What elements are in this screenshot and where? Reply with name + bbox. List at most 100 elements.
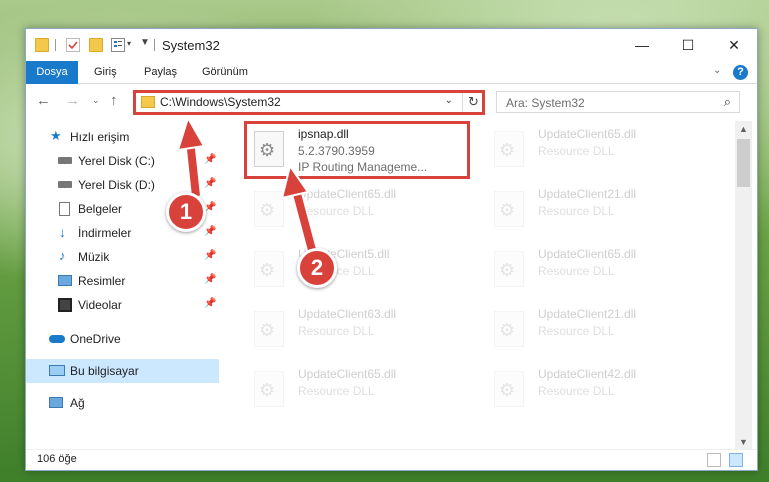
callout-badge-1: 1	[166, 192, 206, 232]
file-name: UpdateClient65.dll	[298, 367, 397, 381]
file-tile[interactable]: ⚙ UpdateClient63.dll Resource DLL	[246, 303, 466, 357]
file-name: UpdateClient42.dll	[538, 367, 637, 381]
vertical-scrollbar[interactable]: ▲ ▼	[735, 121, 752, 451]
new-folder-icon[interactable]	[89, 38, 103, 52]
sidebar-item-label: Bu bilgisayar	[70, 364, 139, 378]
sidebar-item-local-disk-c[interactable]: Yerel Disk (C:) 📌	[26, 149, 219, 173]
close-button[interactable]: ✕	[711, 29, 757, 61]
documents-icon	[59, 202, 70, 216]
network-icon	[49, 397, 63, 408]
computer-icon	[49, 365, 65, 376]
search-input[interactable]: Ara: System32 ⌕	[496, 91, 740, 113]
file-tile[interactable]: ⚙ UpdateClient21.dll Resource DLL	[486, 303, 706, 357]
sidebar-item-label: Müzik	[78, 250, 110, 264]
dll-file-icon: ⚙	[494, 371, 524, 407]
search-icon[interactable]: ⌕	[724, 94, 731, 110]
sidebar-item-label: Belgeler	[78, 202, 123, 216]
file-tile[interactable]: ⚙ UpdateClient65.dll Resource DLL	[246, 363, 466, 417]
file-type: Resource DLL	[298, 204, 375, 218]
sidebar-item-onedrive[interactable]: OneDrive	[26, 327, 219, 351]
file-type: Resource DLL	[538, 384, 615, 398]
customize-toolbar-icon[interactable]: ▼	[140, 37, 150, 48]
download-icon: ↓	[59, 224, 66, 240]
maximize-button[interactable]: ☐	[665, 29, 711, 61]
tab-file[interactable]: Dosya	[26, 61, 78, 84]
large-icons-view-icon[interactable]	[729, 453, 743, 467]
minimize-button[interactable]: —	[619, 29, 665, 61]
recent-locations-icon[interactable]: ⌄	[92, 95, 100, 106]
sidebar-item-label: OneDrive	[70, 332, 121, 346]
pin-icon: 📌	[204, 274, 217, 285]
sidebar-item-pictures[interactable]: Resimler 📌	[26, 269, 219, 293]
divider	[55, 39, 56, 51]
sidebar-item-label: İndirmeler	[78, 226, 132, 240]
dll-file-icon: ⚙	[254, 251, 284, 287]
tab-share[interactable]: Paylaş	[134, 61, 187, 84]
address-highlight	[133, 90, 485, 115]
file-type: Resource DLL	[538, 144, 615, 158]
sidebar-item-label: Yerel Disk (D:)	[78, 178, 155, 192]
file-type: Resource DLL	[538, 204, 615, 218]
file-tile[interactable]: ⚙ UpdateClient21.dll Resource DLL	[486, 183, 706, 237]
video-icon	[58, 298, 72, 312]
file-type: Resource DLL	[298, 384, 375, 398]
file-tile[interactable]: ⚙ UpdateClient42.dll Resource DLL	[486, 363, 706, 417]
pin-icon: 📌	[204, 154, 217, 165]
chevron-down-icon[interactable]: ⌄	[713, 65, 721, 76]
callout-badge-2: 2	[297, 248, 337, 288]
item-count: 106 öğe	[37, 453, 77, 465]
pin-icon: 📌	[204, 226, 217, 237]
cloud-icon	[49, 335, 65, 343]
drive-icon	[58, 181, 72, 188]
dll-file-icon: ⚙	[494, 311, 524, 347]
scrollbar-thumb[interactable]	[737, 139, 750, 187]
sidebar-item-music[interactable]: ♪ Müzik 📌	[26, 245, 219, 269]
sidebar-item-label: Resimler	[78, 274, 126, 288]
scroll-down-icon[interactable]: ▼	[739, 437, 748, 447]
details-view-icon[interactable]	[707, 453, 721, 467]
file-type: Resource DLL	[298, 324, 375, 338]
file-tile[interactable]: ⚙ UpdateClient65.dll Resource DLL	[246, 183, 466, 237]
navigation-pane: ★ Hızlı erişim Yerel Disk (C:) 📌 Yerel D…	[26, 121, 219, 451]
properties-icon[interactable]	[66, 38, 80, 52]
divider	[154, 39, 155, 51]
file-highlight	[244, 121, 470, 179]
file-type: Resource DLL	[538, 324, 615, 338]
tab-home[interactable]: Giriş	[84, 61, 127, 84]
file-name: UpdateClient65.dll	[538, 247, 637, 261]
dll-file-icon: ⚙	[494, 251, 524, 287]
file-name: UpdateClient65.dll	[298, 187, 397, 201]
file-explorer-window: ▾ ▼ System32 — ☐ ✕ Dosya Giriş Paylaş Gö…	[25, 28, 758, 471]
view-options-icon[interactable]	[111, 38, 125, 52]
file-type: Resource DLL	[538, 264, 615, 278]
sidebar-item-videos[interactable]: Videolar 📌	[26, 293, 219, 317]
sidebar-item-network[interactable]: Ağ	[26, 391, 219, 415]
sidebar-item-quick-access[interactable]: ★ Hızlı erişim	[26, 125, 219, 149]
star-icon: ★	[50, 128, 62, 143]
ribbon-tabs: Dosya Giriş Paylaş Görünüm ⌄ ?	[26, 61, 757, 84]
dll-file-icon: ⚙	[494, 131, 524, 167]
scroll-up-icon[interactable]: ▲	[739, 124, 748, 134]
search-placeholder: Ara: System32	[506, 96, 585, 110]
file-name: UpdateClient65.dll	[538, 127, 637, 141]
sidebar-item-this-pc[interactable]: Bu bilgisayar	[26, 359, 219, 383]
back-arrow-icon[interactable]: ←	[36, 92, 51, 109]
sidebar-item-label: Ağ	[70, 396, 85, 410]
sidebar-item-label: Yerel Disk (C:)	[78, 154, 155, 168]
file-tile[interactable]: ⚙ UpdateClient65.dll Resource DLL	[486, 243, 706, 297]
file-tile[interactable]: ⚙ UpdateClient65.dll Resource DLL	[486, 123, 706, 177]
file-tile[interactable]: ⚙ UpdateClient5.dll Resource DLL	[246, 243, 466, 297]
folder-icon	[35, 38, 49, 52]
forward-arrow-icon[interactable]: →	[65, 92, 80, 109]
window-title: System32	[162, 38, 220, 53]
tab-view[interactable]: Görünüm	[192, 61, 258, 84]
file-name: UpdateClient21.dll	[538, 307, 637, 321]
up-arrow-icon[interactable]: ↑	[110, 92, 118, 109]
address-row: ← → ⌄ ↑ C:\Windows\System32 ⌄ ↻ Ara: Sys…	[26, 85, 757, 119]
drive-icon	[58, 157, 72, 164]
music-icon: ♪	[59, 248, 66, 263]
file-name: UpdateClient63.dll	[298, 307, 397, 321]
chevron-down-icon[interactable]: ▾	[127, 39, 131, 48]
pictures-icon	[58, 275, 72, 286]
help-icon[interactable]: ?	[733, 65, 748, 80]
